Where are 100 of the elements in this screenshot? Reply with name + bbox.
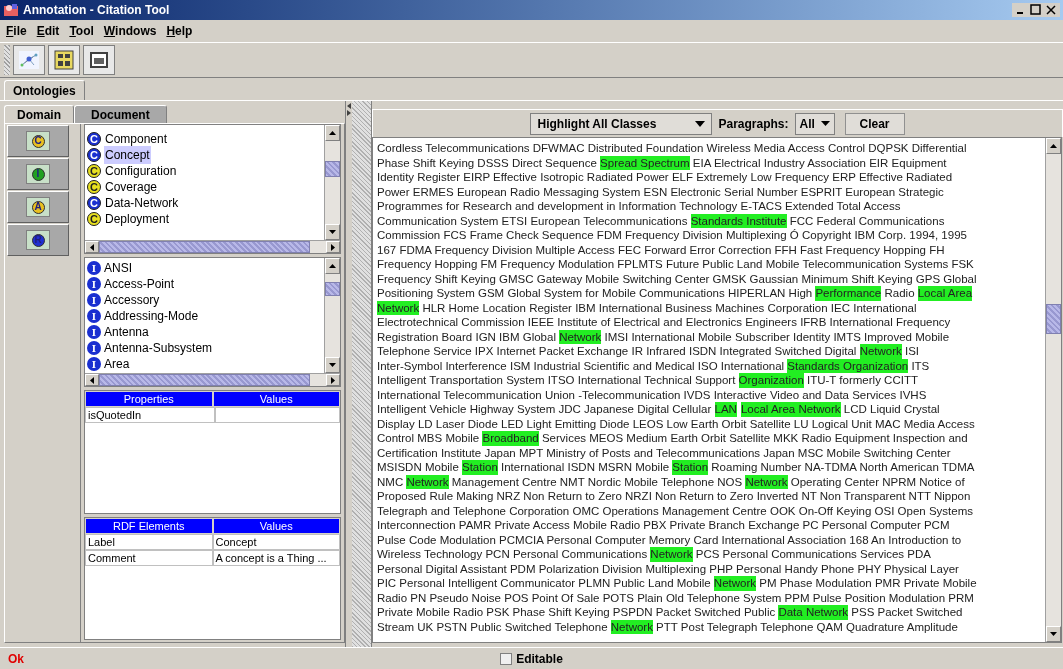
text-run: Intelligent Vehicle Highway System JDC Japanese Digital Cellular [377, 402, 713, 417]
text-run: ITS [910, 358, 930, 373]
highlighted-term: Spread Spectrum [600, 155, 690, 170]
table-cell: Label [85, 534, 213, 550]
text-run: Services MEOS Medium Earth Orbit Satellite MKK Radio Equipment Inspection and [540, 431, 968, 446]
maximize-icon[interactable] [1029, 4, 1043, 16]
type-symbol-icon: A [31, 200, 45, 214]
scroll-thumb[interactable] [325, 282, 340, 296]
type-button[interactable]: A [7, 191, 69, 223]
instance-item[interactable]: ANSI [104, 259, 132, 277]
document-tool-button[interactable] [48, 45, 80, 75]
text-run: LCD Liquid Crystal [842, 402, 940, 417]
window-tool-button[interactable] [83, 45, 115, 75]
table-cell: Comment [85, 550, 213, 566]
highlighted-term: Station [462, 460, 498, 475]
menu-item[interactable]: Tool [69, 22, 94, 40]
text-run: PSS Packet Switched [850, 605, 963, 620]
menu-item[interactable]: Help [166, 22, 193, 40]
scroll-thumb[interactable] [1046, 304, 1061, 334]
class-icon: C [87, 164, 101, 178]
text-run: Proposed Rule Making NRZ Non Return to Zero NRZI Non Return to Zero Inverted NT Non Transparent NTT Nippon [377, 489, 971, 504]
highlighted-term: Standards Institute [690, 213, 787, 228]
highlighted-term: Standards Organization [787, 358, 909, 373]
vertical-scrollbar[interactable] [324, 125, 340, 240]
vertical-scrollbar[interactable] [1045, 138, 1061, 642]
menu-item[interactable]: Edit [36, 22, 60, 40]
table-cell: A concept is a Thing ... [212, 550, 340, 566]
instance-item[interactable]: Area [104, 355, 130, 373]
clear-button[interactable]: Clear [844, 112, 905, 135]
close-icon[interactable] [1044, 4, 1058, 16]
class-icon: C [87, 148, 101, 162]
column-header[interactable]: RDF Elements [85, 518, 213, 534]
class-item[interactable]: Coverage [104, 178, 159, 196]
highlighted-term: Network [745, 474, 788, 489]
instance-item[interactable]: Accessory [104, 291, 160, 309]
type-button[interactable]: I [7, 158, 69, 190]
instance-icon: I [87, 293, 101, 307]
menu-item[interactable]: File [6, 22, 27, 40]
text-run: Stream UK PSTN Public Switched Telephone [377, 619, 609, 634]
window-controls[interactable] [1012, 3, 1060, 17]
highlight-dropdown[interactable]: Highlight All Classes [530, 112, 713, 135]
type-symbol-icon: I [31, 167, 45, 181]
empty-cell[interactable] [214, 407, 340, 423]
text-run: Control MBS Mobile [377, 431, 481, 446]
text-run: International Telecommunication Union -Telecommunication IVDS Interactive Video and Data Services IVHS [377, 387, 927, 402]
scroll-thumb[interactable] [325, 161, 340, 177]
text-run: FCC Federal Communications [788, 213, 945, 228]
instance-item[interactable]: Antenna [104, 323, 149, 341]
left-arrow-icon[interactable] [347, 103, 351, 109]
highlighted-term: Network [713, 576, 757, 591]
column-header[interactable]: Values [212, 391, 340, 407]
class-icon: C [87, 180, 101, 194]
vertical-scrollbar[interactable] [324, 258, 340, 373]
editable-checkbox[interactable]: Editable [500, 649, 563, 668]
text-run: Certification Institute Japan MPT Ministry of Posts and Telecommunications Japan MSC Mobile Switching Center [377, 445, 951, 460]
caret-icon [820, 121, 830, 126]
horizontal-scrollbar[interactable] [85, 373, 340, 386]
highlighted-term: Data Network [778, 605, 849, 620]
table-cell: Concept [212, 534, 340, 550]
right-arrow-icon [331, 376, 335, 384]
text-run: Frequency Hopping FM Frequency Modulation FPLMTS Future Public Land Mobile Telecommunication Systems FSK [377, 257, 974, 272]
splitter[interactable] [345, 101, 372, 647]
class-icon: C [87, 212, 101, 226]
paragraphs-dropdown[interactable]: All [794, 112, 835, 135]
left-arrow-icon [90, 243, 94, 251]
text-run: Identity Register EIRP Effective Isotropic Radiated Power ELF Extremely Low Frequency ERP Effective Radiated [377, 170, 953, 185]
class-item[interactable]: Configuration [104, 162, 178, 180]
highlighted-term: Performance [815, 286, 882, 301]
window-icon [90, 52, 108, 68]
instance-item[interactable]: Addressing-Mode [104, 307, 199, 325]
instance-icon: I [87, 341, 101, 355]
left-arrow-icon [90, 376, 94, 384]
highlighted-term: Local Area Network [740, 402, 841, 417]
text-run: PTT Post Telegraph Telephone QAM Quadrature Amplitude [655, 619, 958, 634]
horizontal-scrollbar[interactable] [85, 240, 340, 253]
text-run: Radio PN Pseudo Noise POS Point Of Sale POTS Plain Old Telephone System PPM Pulse Position Modulation PRM [377, 590, 974, 605]
class-item[interactable]: Component [104, 130, 169, 148]
type-symbol-icon: C [31, 134, 45, 148]
type-button[interactable]: C [7, 125, 69, 157]
right-arrow-icon[interactable] [347, 110, 351, 116]
class-item[interactable]: Deployment [104, 210, 171, 228]
instance-item[interactable]: Antenna-Subsystem [104, 339, 213, 357]
tab[interactable]: Ontologies [4, 80, 85, 100]
text-run: Operating Center NPRM Notice of [789, 474, 965, 489]
class-item[interactable]: Data-Network [104, 194, 180, 212]
tab[interactable]: Document [74, 105, 167, 123]
text-run: Power ERMES European Radio Messaging System ESN Electronic Serial Number ESPRIT European Strategic [377, 184, 944, 199]
text-run: Electrotechnical Commission IEEE Institute of Electrical and Electronics Engineers IFRB International Frequency [377, 315, 951, 330]
text-run: Radio [883, 286, 916, 301]
tab[interactable]: Domain [4, 105, 74, 123]
down-arrow-icon [329, 363, 336, 367]
column-header[interactable]: Values [212, 518, 340, 534]
instance-item[interactable]: Access-Point [104, 275, 175, 293]
class-item[interactable]: Concept [104, 146, 151, 164]
highlighted-term: Network [610, 619, 653, 634]
up-arrow-icon [329, 131, 336, 135]
column-header[interactable]: Properties [85, 391, 213, 407]
graph-tool-button[interactable] [13, 45, 45, 75]
text-run: Interconnection PAMR Private Access Mobile Radio PBX Private Branch Exchange PC Personal Computer PCM [377, 518, 950, 533]
menu-item[interactable]: Windows [103, 22, 157, 40]
